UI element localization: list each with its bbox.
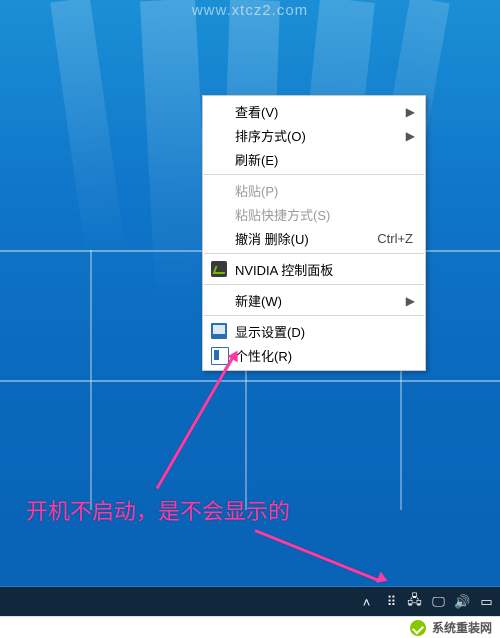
wallpaper-decor bbox=[140, 0, 211, 301]
menu-label: NVIDIA 控制面板 bbox=[235, 260, 333, 279]
desktop[interactable]: www.xtcz2.com 查看(V) ▶ 排序方式(O) ▶ 刷新(E) 粘贴… bbox=[0, 0, 500, 638]
menu-separator bbox=[204, 174, 424, 175]
submenu-arrow-icon: ▶ bbox=[406, 105, 415, 119]
menu-separator bbox=[204, 315, 424, 316]
menu-item-refresh[interactable]: 刷新(E) bbox=[203, 147, 425, 171]
menu-shortcut: Ctrl+Z bbox=[377, 231, 413, 246]
annotation-arrow bbox=[156, 356, 235, 489]
annotation-arrow-head bbox=[376, 572, 390, 587]
menu-item-new[interactable]: 新建(W) ▶ bbox=[203, 288, 425, 312]
menu-label: 查看(V) bbox=[235, 102, 278, 121]
menu-label: 新建(W) bbox=[235, 291, 282, 310]
watermark-logo-icon bbox=[410, 620, 426, 636]
submenu-arrow-icon: ▶ bbox=[406, 129, 415, 143]
taskbar[interactable]: ˄ ⠿ 🖧 🖵 🔊 ▭ bbox=[0, 587, 500, 617]
menu-label: 显示设置(D) bbox=[235, 322, 305, 341]
watermark-text: 系统重装网 bbox=[432, 619, 492, 636]
menu-item-nvidia-control-panel[interactable]: NVIDIA 控制面板 bbox=[203, 257, 425, 281]
tray-monitor-icon[interactable]: 🖵 bbox=[431, 595, 446, 610]
desktop-context-menu: 查看(V) ▶ 排序方式(O) ▶ 刷新(E) 粘贴(P) 粘贴快捷方式(S) … bbox=[202, 95, 426, 371]
menu-separator bbox=[204, 284, 424, 285]
menu-item-paste: 粘贴(P) bbox=[203, 178, 425, 202]
wallpaper-decor bbox=[50, 0, 126, 260]
annotation-arrow bbox=[254, 529, 378, 582]
tray-action-center-icon[interactable]: ▭ bbox=[479, 595, 494, 610]
tray-volume-icon[interactable]: 🔊 bbox=[455, 595, 470, 610]
nvidia-icon bbox=[211, 261, 227, 277]
annotation-text: 开机不启动，是不会显示的 bbox=[26, 494, 290, 526]
menu-separator bbox=[204, 253, 424, 254]
menu-label: 个性化(R) bbox=[235, 346, 292, 365]
display-icon bbox=[211, 323, 227, 339]
menu-item-view[interactable]: 查看(V) ▶ bbox=[203, 99, 425, 123]
system-tray: ˄ ⠿ 🖧 🖵 🔊 ▭ bbox=[359, 587, 494, 617]
menu-item-paste-shortcut: 粘贴快捷方式(S) bbox=[203, 202, 425, 226]
tray-person-icon[interactable]: ⠿ bbox=[383, 595, 398, 610]
menu-label: 撤消 删除(U) bbox=[235, 229, 309, 248]
submenu-arrow-icon: ▶ bbox=[406, 294, 415, 308]
watermark-bar: 系统重装网 bbox=[0, 616, 500, 638]
menu-item-undo-delete[interactable]: 撤消 删除(U) Ctrl+Z bbox=[203, 226, 425, 250]
menu-label: 排序方式(O) bbox=[235, 126, 306, 145]
tray-network-icon[interactable]: 🖧 bbox=[407, 595, 422, 610]
menu-item-display-settings[interactable]: 显示设置(D) bbox=[203, 319, 425, 343]
menu-label: 粘贴快捷方式(S) bbox=[235, 205, 330, 224]
tray-chevron-up-icon[interactable]: ˄ bbox=[359, 595, 374, 610]
menu-label: 粘贴(P) bbox=[235, 181, 278, 200]
menu-label: 刷新(E) bbox=[235, 150, 278, 169]
menu-item-sort[interactable]: 排序方式(O) ▶ bbox=[203, 123, 425, 147]
